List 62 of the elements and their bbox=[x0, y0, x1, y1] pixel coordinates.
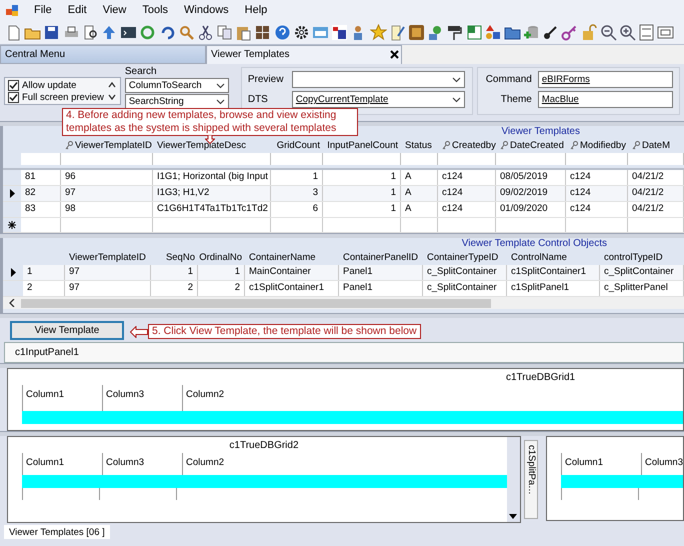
grid-title: c1TrueDBGrid1 bbox=[505, 371, 576, 385]
table-cell: A bbox=[401, 186, 438, 201]
table-cell: I1G1; Horizontal (big Input bbox=[153, 170, 271, 185]
table-cell: 04/21/2 bbox=[628, 186, 684, 201]
table-cell: 1 bbox=[271, 170, 323, 185]
table-cell: c_SplitContainer bbox=[423, 281, 507, 296]
table-cell: 97 bbox=[65, 265, 151, 280]
table-cell: c124 bbox=[566, 170, 628, 185]
table-cell: c1SplitContainer1 bbox=[507, 265, 600, 280]
table-cell: 2 bbox=[23, 281, 65, 296]
table-cell: 96 bbox=[61, 170, 153, 185]
table-cell: 97 bbox=[65, 281, 151, 296]
table-cell: 1 bbox=[323, 186, 401, 201]
table-cell: c124 bbox=[438, 186, 496, 201]
table-cell: c124 bbox=[438, 202, 496, 217]
table-cell: 1 bbox=[151, 265, 198, 280]
table-cell: I1G3; H1,V2 bbox=[153, 186, 271, 201]
table-cell: c1SplitPanel1 bbox=[507, 281, 600, 296]
table-cell: c124 bbox=[566, 202, 628, 217]
grid-title: Viewer Templates bbox=[501, 126, 580, 138]
table-cell: Panel1 bbox=[339, 281, 423, 296]
checkbox-label: Allow update bbox=[22, 80, 76, 90]
table-cell: c124 bbox=[566, 186, 628, 201]
table-cell: MainContainer bbox=[245, 265, 339, 280]
table-cell: 98 bbox=[61, 202, 153, 217]
table-cell: 81 bbox=[21, 170, 61, 185]
table-cell: 04/21/2 bbox=[628, 202, 684, 217]
dts-label: DTS bbox=[248, 94, 269, 105]
table-cell: c_SplitContainer bbox=[423, 265, 507, 280]
panel-label: c1InputPanel1 bbox=[15, 347, 79, 358]
table-cell: c_SplitContainer bbox=[600, 265, 684, 280]
callout-tooltip: 5. Click View Template, the template will be shown below bbox=[148, 324, 421, 339]
table-cell: C1G6H1T4Ta1Tb1Tc1Td2 bbox=[153, 202, 271, 217]
table-cell: 1 bbox=[323, 202, 401, 217]
table-cell: 97 bbox=[61, 186, 153, 201]
table-cell: 09/02/2019 bbox=[496, 186, 566, 201]
table-cell: 3 bbox=[271, 186, 323, 201]
table-cell: c1SplitContainer1 bbox=[245, 281, 339, 296]
theme-label: Theme bbox=[500, 94, 532, 105]
table-cell: 1 bbox=[323, 170, 401, 185]
table-cell: 01/09/2020 bbox=[496, 202, 566, 217]
grid-title: Viewer Template Control Objects bbox=[462, 238, 607, 250]
callout-tooltip: 4. Before adding new templates, browse and view existing templates as the system is shipped with several templates bbox=[62, 108, 358, 136]
table-cell: Panel1 bbox=[339, 265, 423, 280]
table-cell: 83 bbox=[21, 202, 61, 217]
table-cell: 2 bbox=[198, 281, 245, 296]
command-label: Command bbox=[484, 74, 532, 85]
preview-label: Preview bbox=[248, 74, 284, 85]
table-cell: A bbox=[401, 202, 438, 217]
search-label: Search bbox=[124, 67, 158, 77]
table-cell: 1 bbox=[198, 265, 245, 280]
table-cell: 1 bbox=[23, 265, 65, 280]
table-cell: 08/05/2019 bbox=[496, 170, 566, 185]
grid-title: c1TrueDBGrid2 bbox=[228, 439, 300, 453]
table-cell: 6 bbox=[271, 202, 323, 217]
table-cell: c_SplitterPanel bbox=[600, 281, 684, 296]
table-cell: c124 bbox=[438, 170, 496, 185]
checkbox-label: Full screen preview bbox=[22, 92, 104, 102]
table-cell: A bbox=[401, 170, 438, 185]
table-cell: 04/21/2 bbox=[628, 170, 684, 185]
table-cell: 2 bbox=[151, 281, 198, 296]
table-cell: 82 bbox=[21, 186, 61, 201]
